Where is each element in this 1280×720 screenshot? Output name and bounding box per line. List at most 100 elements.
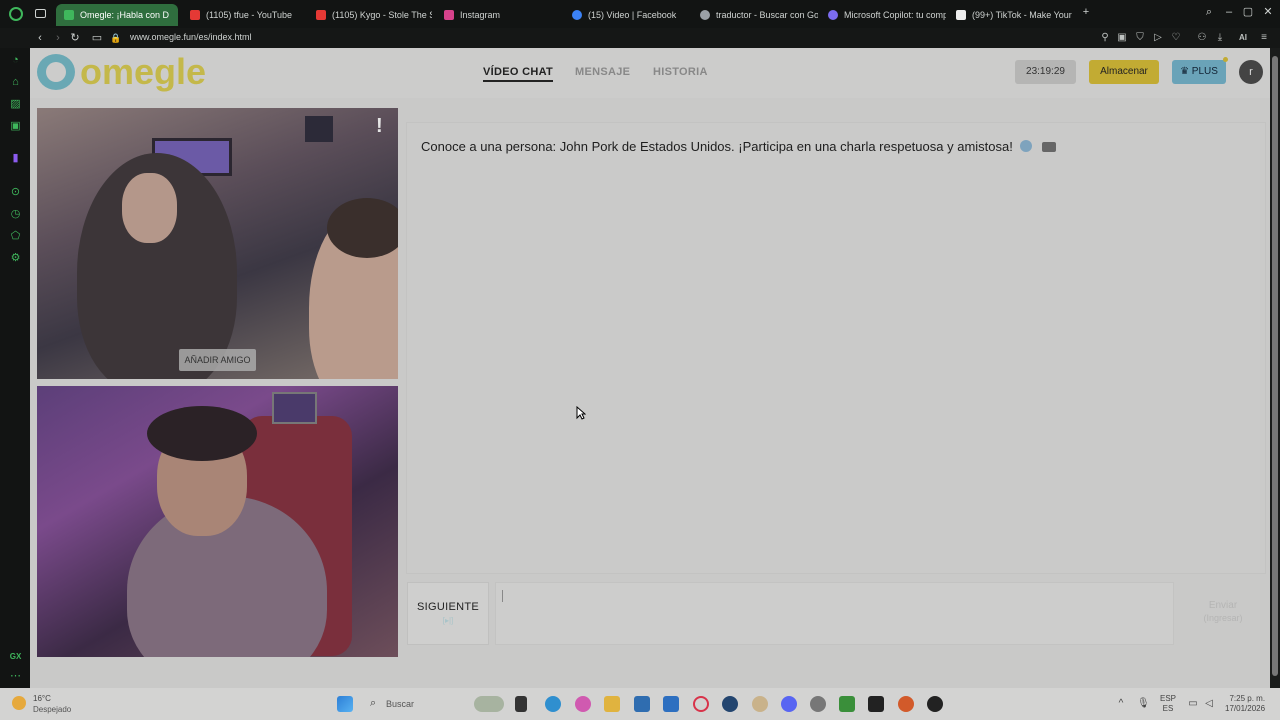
volume-icon[interactable]: ◁ <box>1203 698 1215 710</box>
file-explorer-icon[interactable] <box>604 696 620 712</box>
play-icon[interactable]: ▷ <box>1152 31 1164 45</box>
snapshot-icon[interactable]: ▣ <box>1116 31 1128 45</box>
tab-label: (1105) tfue - YouTube <box>206 10 293 20</box>
report-button[interactable]: ! <box>376 115 383 138</box>
shield-icon[interactable]: ⛉ <box>1134 31 1146 45</box>
task-view-icon[interactable] <box>515 696 527 712</box>
flow-icon[interactable]: ▨ <box>9 98 22 111</box>
weather-temperature[interactable]: 16°C <box>33 694 51 703</box>
microphone-icon[interactable]: 🎙 <box>1137 698 1150 710</box>
search-icon[interactable]: ⌕ <box>1203 6 1215 18</box>
tab-omegle[interactable]: Omegle: ¡Habla con D <box>56 4 178 26</box>
notification-dot <box>1223 57 1228 62</box>
tab-youtube-kygo[interactable]: (1105) Kygo - Stole The Sh <box>308 4 432 26</box>
tab-label: traductor - Buscar con Go <box>716 10 818 20</box>
avatar[interactable]: r <box>1239 60 1263 84</box>
google-icon <box>700 10 710 20</box>
app-notification-icon[interactable] <box>752 696 768 712</box>
taskbar-search-placeholder: Buscar <box>386 699 415 709</box>
opera-gx-icon[interactable] <box>693 696 709 712</box>
clock-date: 17/01/2026 <box>1225 704 1266 713</box>
close-icon[interactable]: ✕ <box>1262 6 1274 18</box>
network-icon[interactable]: ▭ <box>1187 698 1199 710</box>
extensions-icon[interactable]: ⬠ <box>9 230 22 243</box>
game-launcher-icon[interactable] <box>898 696 914 712</box>
steam-icon[interactable] <box>722 696 738 712</box>
browser-sidebar: ◔ ⌂ ▨ ▣ ▮ ⊙ ◷ ⬠ ⚙ GX ⋯ <box>0 48 30 688</box>
windows-start-icon[interactable] <box>337 696 353 712</box>
nav-message[interactable]: MENSAJE <box>575 66 630 78</box>
nav-video-chat[interactable]: VÍDEO CHAT <box>483 66 554 82</box>
tab-tiktok[interactable]: (99+) TikTok - Make Your D <box>948 4 1074 26</box>
store-icon[interactable] <box>634 696 650 712</box>
history-icon[interactable]: ◷ <box>9 208 22 221</box>
nav-history[interactable]: HISTORIA <box>653 66 708 78</box>
flag-icon <box>1042 142 1057 152</box>
send-button[interactable]: Enviar (Ingresar) <box>1180 582 1266 645</box>
copilot-icon <box>828 10 838 20</box>
gx-icon[interactable]: GX <box>9 650 22 663</box>
address-bar: ‹ › ↻ ▭ 🔒 www.omegle.fun/es/index.html ⚲… <box>0 28 1280 48</box>
tab-facebook[interactable]: (15) Video | Facebook <box>564 4 688 26</box>
input-language[interactable]: ESP ES <box>1160 694 1176 714</box>
more-icon[interactable]: ⋯ <box>9 670 22 683</box>
search-icon: ⌕ <box>370 697 377 709</box>
tab-google-translate[interactable]: traductor - Buscar con Go <box>692 4 818 26</box>
tab-copilot[interactable]: Microsoft Copilot: tu comp <box>820 4 946 26</box>
weather-description[interactable]: Despejado <box>33 705 71 714</box>
aria-icon[interactable]: ◔ <box>9 54 22 67</box>
system-message-text: Conoce a una persona: John Pork de Estad… <box>421 139 1013 154</box>
video-person-self-hair <box>147 406 257 461</box>
menu-icon[interactable]: ≡ <box>1258 31 1270 45</box>
plus-button[interactable]: ♛ PLUS <box>1172 60 1226 84</box>
ai-button[interactable]: AI <box>1232 31 1254 45</box>
tab-instagram[interactable]: Instagram <box>436 4 560 26</box>
copilot-taskbar-icon[interactable] <box>575 696 591 712</box>
heart-icon[interactable]: ♡ <box>1170 31 1182 45</box>
camera-icon[interactable]: ▭ <box>90 31 104 45</box>
omegle-page: omegle VÍDEO CHAT MENSAJE HISTORIA 23:19… <box>30 48 1270 688</box>
settings-taskbar-icon[interactable] <box>810 696 826 712</box>
epic-games-icon[interactable] <box>868 696 884 712</box>
opera-menu-icon[interactable] <box>9 7 23 21</box>
logo-text[interactable]: omegle <box>80 51 206 93</box>
store-button[interactable]: Almacenar <box>1089 60 1159 84</box>
page-scrollbar[interactable] <box>1270 48 1280 688</box>
maximize-icon[interactable]: ▢ <box>1242 6 1254 18</box>
omegle-logo-icon[interactable] <box>37 54 75 90</box>
add-friend-button[interactable]: AÑADIR AMIGO <box>179 349 256 371</box>
minimize-icon[interactable]: – <box>1223 6 1235 18</box>
tab-overview-icon[interactable] <box>35 9 46 18</box>
messenger-icon[interactable]: ▣ <box>9 120 22 133</box>
player-icon[interactable]: ⊙ <box>9 186 22 199</box>
user-icon[interactable]: ⚇ <box>1196 31 1208 45</box>
reload-icon[interactable]: ↻ <box>68 31 82 45</box>
forward-icon[interactable]: › <box>51 31 65 45</box>
back-icon[interactable]: ‹ <box>33 31 47 45</box>
twitch-icon[interactable]: ▮ <box>9 152 22 165</box>
send-shortcut-hint: (Ingresar) <box>1203 613 1243 623</box>
tray-expand-icon[interactable]: ^ <box>1115 698 1127 710</box>
taskbar-search[interactable]: ⌕ Buscar <box>364 696 474 713</box>
xbox-icon[interactable] <box>839 696 855 712</box>
edge-icon[interactable] <box>545 696 561 712</box>
tab-label: (99+) TikTok - Make Your D <box>972 10 1074 20</box>
widgets-icon[interactable] <box>474 696 504 712</box>
pin-icon[interactable]: ⚲ <box>1099 31 1111 45</box>
weather-sun-icon[interactable] <box>12 696 26 710</box>
instagram-icon <box>444 10 454 20</box>
url-field[interactable]: www.omegle.fun/es/index.html <box>130 32 252 42</box>
next-button[interactable]: SIGUIENTE [▸|] <box>407 582 489 645</box>
outlook-icon[interactable] <box>663 696 679 712</box>
new-tab-plus-icon[interactable]: + <box>1080 6 1092 18</box>
scrollbar-thumb[interactable] <box>1272 56 1278 676</box>
system-clock[interactable]: 7:25 p. m. 17/01/2026 <box>1225 694 1265 714</box>
message-input[interactable] <box>495 582 1174 645</box>
settings-icon[interactable]: ⚙ <box>9 252 22 265</box>
facebook-icon <box>572 10 582 20</box>
download-icon[interactable]: ⤓ <box>1214 31 1226 45</box>
discord-icon[interactable] <box>781 696 797 712</box>
obs-icon[interactable] <box>927 696 943 712</box>
tab-youtube-tfue[interactable]: (1105) tfue - YouTube <box>182 4 306 26</box>
crypto-wallet-icon[interactable]: ⌂ <box>9 76 22 89</box>
